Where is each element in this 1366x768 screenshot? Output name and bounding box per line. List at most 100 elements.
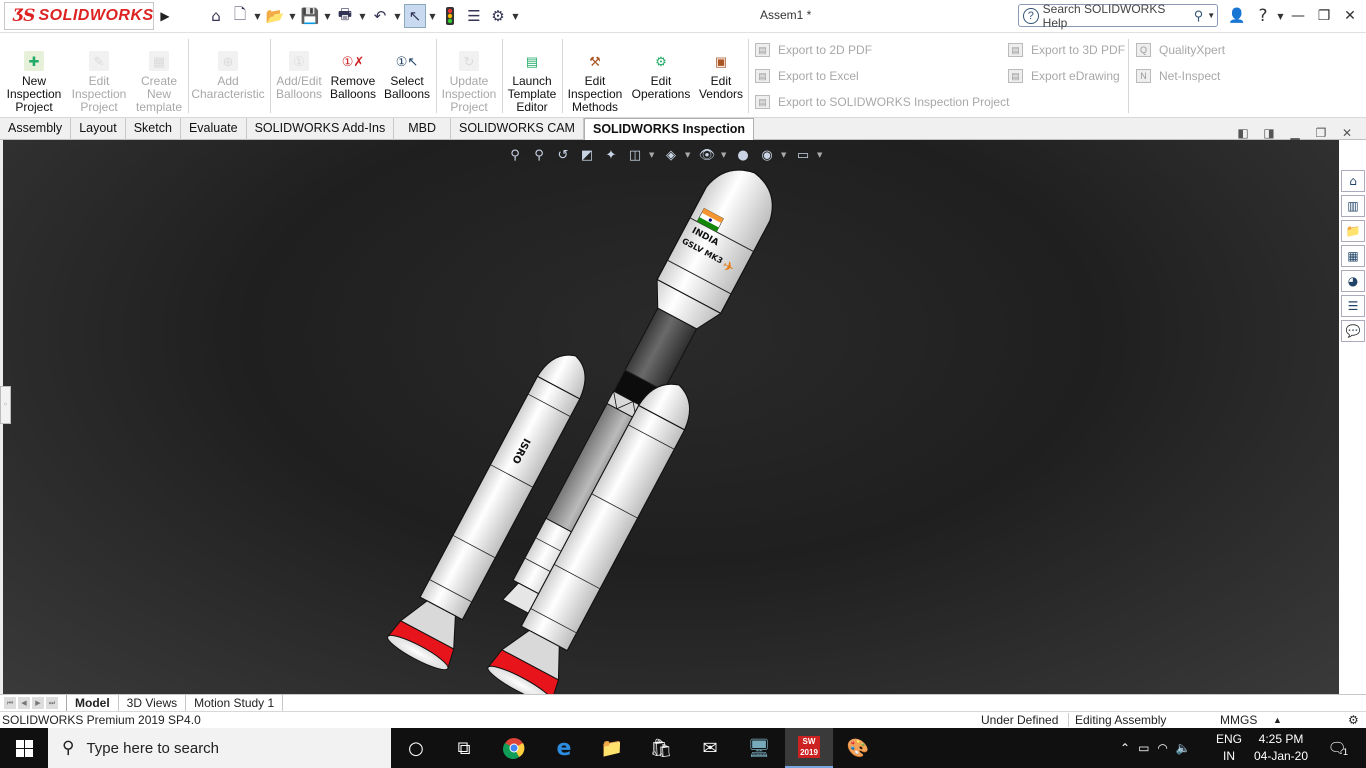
print-icon[interactable]: 🖶 [334,4,356,28]
dynamic-annotation-icon[interactable]: ✦ [601,146,621,164]
tab-evaluate[interactable]: Evaluate [181,118,247,140]
next-tab-arrow-icon[interactable]: ▶ [32,697,44,709]
hide-show-items-icon[interactable]: 👁 [697,146,717,164]
system-clock[interactable]: 4:25 PM 04-Jan-20 [1252,731,1310,765]
edge-icon[interactable]: e [540,728,588,768]
tab-solidworks-cam[interactable]: SOLIDWORKS CAM [451,118,584,140]
custom-properties-icon[interactable]: ☰ [1341,295,1365,317]
taskbar-search-box[interactable]: ⚲ Type here to search [48,728,391,768]
view-settings-icon[interactable]: ▭ [793,146,813,164]
edit-operations-button[interactable]: ⚙ Edit Operations [630,37,692,115]
export-inspection-project-button[interactable]: ▤ Export to SOLIDWORKS Inspection Project [755,92,1009,112]
viewport-minimize-icon[interactable]: ▁ [1284,125,1306,141]
help-icon[interactable]: ? [1250,4,1276,28]
help-search-box[interactable]: ? Search SOLIDWORKS Help ⚲ ▼ [1018,2,1218,30]
edit-inspection-methods-button[interactable]: ⚒ Edit Inspection Methods [564,37,626,115]
print-dropdown-icon[interactable]: ▼ [358,4,367,28]
file-explorer-icon[interactable]: 📁 [1341,220,1365,242]
last-tab-arrow-icon[interactable]: ⏭ [46,697,58,709]
view-orientation-dropdown-icon[interactable]: ▼ [649,151,657,159]
save-dropdown-icon[interactable]: ▼ [323,4,332,28]
tab-mbd[interactable]: MBD [394,118,451,140]
display-style-dropdown-icon[interactable]: ▼ [685,151,693,159]
export-2d-pdf-button[interactable]: ▤ Export to 2D PDF [755,40,872,60]
prev-tab-arrow-icon[interactable]: ◀ [18,697,30,709]
open-icon[interactable]: 📂 [264,4,286,28]
export-3d-pdf-button[interactable]: ▤ Export to 3D PDF [1008,40,1125,60]
edit-vendors-button[interactable]: ▣ Edit Vendors [696,37,746,115]
new-inspection-project-button[interactable]: ✚ New Inspection Project [4,37,64,115]
remote-desktop-icon[interactable]: 🖥 [735,728,783,768]
microsoft-store-icon[interactable]: 🛍 [637,728,685,768]
forum-icon[interactable]: 💬 [1341,320,1365,342]
export-edrawing-button[interactable]: ▤ Export eDrawing [1008,66,1120,86]
paint-icon[interactable]: 🎨 [834,728,882,768]
graphics-viewport[interactable]: INDIA GSLV MK3 ✈ ISRO [3,140,1339,768]
tab-solidworks-add-ins[interactable]: SOLIDWORKS Add-Ins [247,118,395,140]
add-characteristic-button[interactable]: ⊕ Add Characteristic [191,37,265,115]
home-icon[interactable]: ⌂ [205,4,227,28]
launch-template-editor-button[interactable]: ▤ Launch Template Editor [504,37,560,115]
solidworks-taskbar-icon[interactable]: SW 2019 [785,728,833,768]
rebuild-traffic-light-icon[interactable] [439,4,461,28]
display-style-icon[interactable]: ◈ [661,146,681,164]
language-indicator[interactable]: ENG IN [1212,731,1246,765]
remove-balloons-button[interactable]: ①✗ Remove Balloons [328,37,378,115]
add-edit-balloons-button[interactable]: ① Add/Edit Balloons [274,37,324,115]
close-icon[interactable]: ✕ [1337,4,1363,28]
export-excel-button[interactable]: ▤ Export to Excel [755,66,859,86]
task-view-icon[interactable]: ⧉ [440,728,488,768]
appearances-icon[interactable]: ◕ [1341,270,1365,292]
wifi-icon[interactable]: ◠ [1157,741,1167,755]
tile-right-icon[interactable]: ◨ [1258,125,1280,141]
feature-manager-toggle-icon[interactable]: ◦ [0,386,11,424]
tab-sketch[interactable]: Sketch [126,118,181,140]
solidworks-logo[interactable]: ƷS SOLIDWORKS [4,2,154,30]
file-explorer-taskbar-icon[interactable]: 📁 [588,728,636,768]
unit-system-up-icon[interactable]: ▲ [1273,715,1282,725]
notifications-icon[interactable]: 🗨 1 [1318,728,1358,768]
rebuild-status-icon[interactable]: ⚙ [1348,713,1359,727]
zoom-to-fit-icon[interactable]: ⚲ [505,146,525,164]
undo-icon[interactable]: ↶ [369,4,391,28]
edit-inspection-project-button[interactable]: ✎ Edit Inspection Project [68,37,130,115]
tab-solidworks-inspection[interactable]: SOLIDWORKS Inspection [583,118,755,140]
scene-dropdown-icon[interactable]: ▼ [781,151,789,159]
show-hidden-icons-icon[interactable]: ⌃ [1120,741,1130,755]
select-dropdown-icon[interactable]: ▼ [428,4,437,28]
open-dropdown-icon[interactable]: ▼ [288,4,297,28]
view-settings-dropdown-icon[interactable]: ▼ [817,151,825,159]
volume-icon[interactable]: 🔈 [1176,741,1191,755]
options-dropdown-icon[interactable]: ▼ [511,4,520,28]
help-dropdown-icon[interactable]: ▼ [1276,4,1285,28]
unit-system[interactable]: MMGS [1220,713,1257,727]
create-new-template-button[interactable]: ▦ Create New template [132,37,186,115]
restore-icon[interactable]: ❐ [1311,4,1337,28]
solidworks-resources-icon[interactable]: ⌂ [1341,170,1365,192]
rocket-model[interactable]: INDIA GSLV MK3 ✈ ISRO [3,140,1339,703]
net-inspect-button[interactable]: N Net-Inspect [1136,66,1220,86]
tab-motion-study-1[interactable]: Motion Study 1 [186,694,284,712]
zoom-to-area-icon[interactable]: ⚲ [529,146,549,164]
new-dropdown-icon[interactable]: ▼ [253,4,262,28]
select-balloons-button[interactable]: ①↖ Select Balloons [382,37,432,115]
first-tab-arrow-icon[interactable]: ⏮ [4,697,16,709]
tab-assembly[interactable]: Assembly [0,118,72,140]
edit-appearance-icon[interactable]: ● [733,146,753,164]
user-account-icon[interactable]: 👤 [1224,4,1250,28]
options-gear-icon[interactable]: ⚙ [487,4,509,28]
select-arrow-icon[interactable]: ↖ [404,4,426,28]
new-document-icon[interactable]: 🗋 [229,4,251,28]
windows-start-icon[interactable] [0,728,48,768]
update-inspection-project-button[interactable]: ↻ Update Inspection Project [440,37,498,115]
viewport-close-icon[interactable]: ✕ [1336,125,1358,141]
menu-flyout-arrow-icon[interactable]: ▶ [158,5,172,27]
search-icon[interactable]: ⚲ [1194,8,1204,24]
battery-icon[interactable]: ▭ [1138,741,1149,755]
previous-view-icon[interactable]: ↺ [553,146,573,164]
apply-scene-icon[interactable]: ◉ [757,146,777,164]
search-dropdown-icon[interactable]: ▼ [1207,11,1217,20]
view-orientation-icon[interactable]: ◫ [625,146,645,164]
undo-dropdown-icon[interactable]: ▼ [393,4,402,28]
hide-show-dropdown-icon[interactable]: ▼ [721,151,729,159]
